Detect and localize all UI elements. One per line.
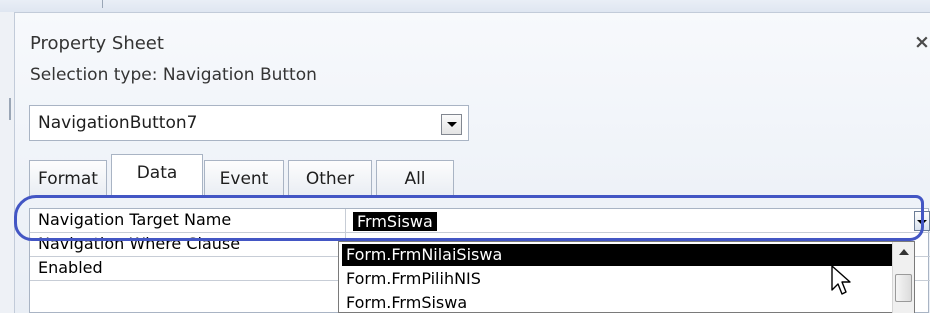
divider — [9, 98, 11, 120]
tab-other[interactable]: Other — [288, 160, 372, 196]
tab-event[interactable]: Event — [204, 160, 284, 196]
tab-label: All — [404, 169, 426, 189]
left-edge — [0, 12, 14, 313]
tab-label: Other — [305, 169, 355, 189]
tab-all[interactable]: All — [376, 160, 454, 196]
tab-format[interactable]: Format — [29, 160, 107, 196]
tab-data[interactable]: Data — [111, 154, 203, 196]
tab-label: Event — [219, 169, 269, 189]
mouse-pointer-icon — [831, 265, 851, 295]
panel-title: Property Sheet — [30, 33, 164, 54]
property-label: Enabled — [38, 258, 103, 277]
dropdown-scrollbar[interactable] — [892, 242, 914, 313]
dropdown-option[interactable]: Form.FrmSiswa — [342, 292, 892, 313]
window-top-strip — [0, 0, 930, 12]
object-selector-value: NavigationButton7 — [38, 113, 198, 133]
chevron-down-icon — [447, 122, 457, 127]
scroll-up-icon[interactable] — [899, 249, 909, 255]
selection-type-label: Selection type: Navigation Button — [30, 65, 317, 85]
navigation-target-dropdown-list: Form.FrmNilaiSiswa Form.FrmPilihNIS Form… — [338, 241, 915, 313]
close-icon[interactable]: × — [914, 31, 930, 53]
divider — [102, 0, 103, 8]
tab-label: Data — [136, 163, 178, 183]
scrollbar-thumb[interactable] — [895, 274, 912, 302]
annotation-highlight-ring — [14, 195, 924, 241]
dropdown-option[interactable]: Form.FrmNilaiSiswa — [342, 244, 892, 266]
dropdown-option[interactable]: Form.FrmPilihNIS — [342, 268, 892, 290]
selector-dropdown-button[interactable] — [441, 114, 462, 135]
tab-label: Format — [38, 169, 98, 189]
object-selector[interactable]: NavigationButton7 — [29, 105, 469, 141]
